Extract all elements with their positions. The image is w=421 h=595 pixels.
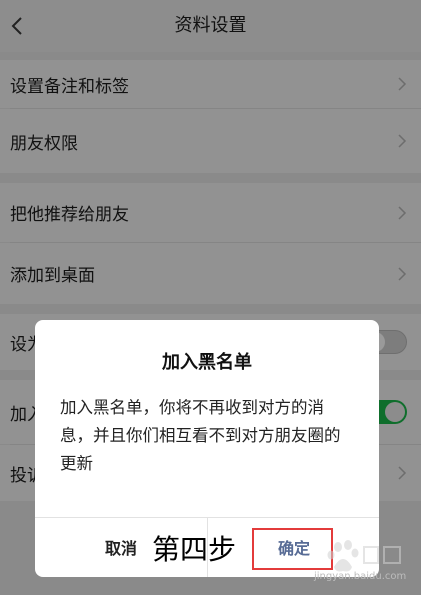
chevron-right-icon	[398, 77, 407, 91]
chevron-right-icon	[398, 205, 407, 220]
row-label: 设置备注和标签	[10, 76, 129, 97]
chevron-right-icon	[398, 134, 407, 148]
chevron-right-icon	[398, 266, 407, 281]
navigation-bar: 资料设置	[0, 0, 421, 52]
row-friend-permissions[interactable]: 朋友权限	[0, 109, 421, 173]
chevron-right-icon	[398, 466, 407, 480]
row-label: 朋友权限	[10, 133, 78, 154]
row-recommend-to-friend[interactable]: 把他推荐给朋友	[0, 183, 421, 242]
page-title: 资料设置	[174, 15, 247, 36]
step-annotation: 第四步	[152, 533, 237, 566]
watermark-text: jingyan.baidu.com	[314, 571, 407, 582]
profile-settings-screen: 资料设置 设置备注和标签 朋友权限 把他推荐给朋友 添加到桌面 设为 加入 投诉…	[0, 0, 421, 595]
row-label: 添加到桌面	[10, 266, 95, 286]
row-label: 把他推荐给朋友	[10, 205, 129, 225]
toggle-knob	[385, 402, 405, 422]
dialog-title: 加入黑名单	[162, 352, 252, 373]
dialog-message: 加入黑名单，你将不再收到对方的消息，并且你们相互看不到对方朋友圈的更新	[60, 398, 341, 473]
row-add-to-desktop[interactable]: 添加到桌面	[0, 243, 421, 304]
row-remark-and-tags[interactable]: 设置备注和标签	[0, 60, 421, 108]
